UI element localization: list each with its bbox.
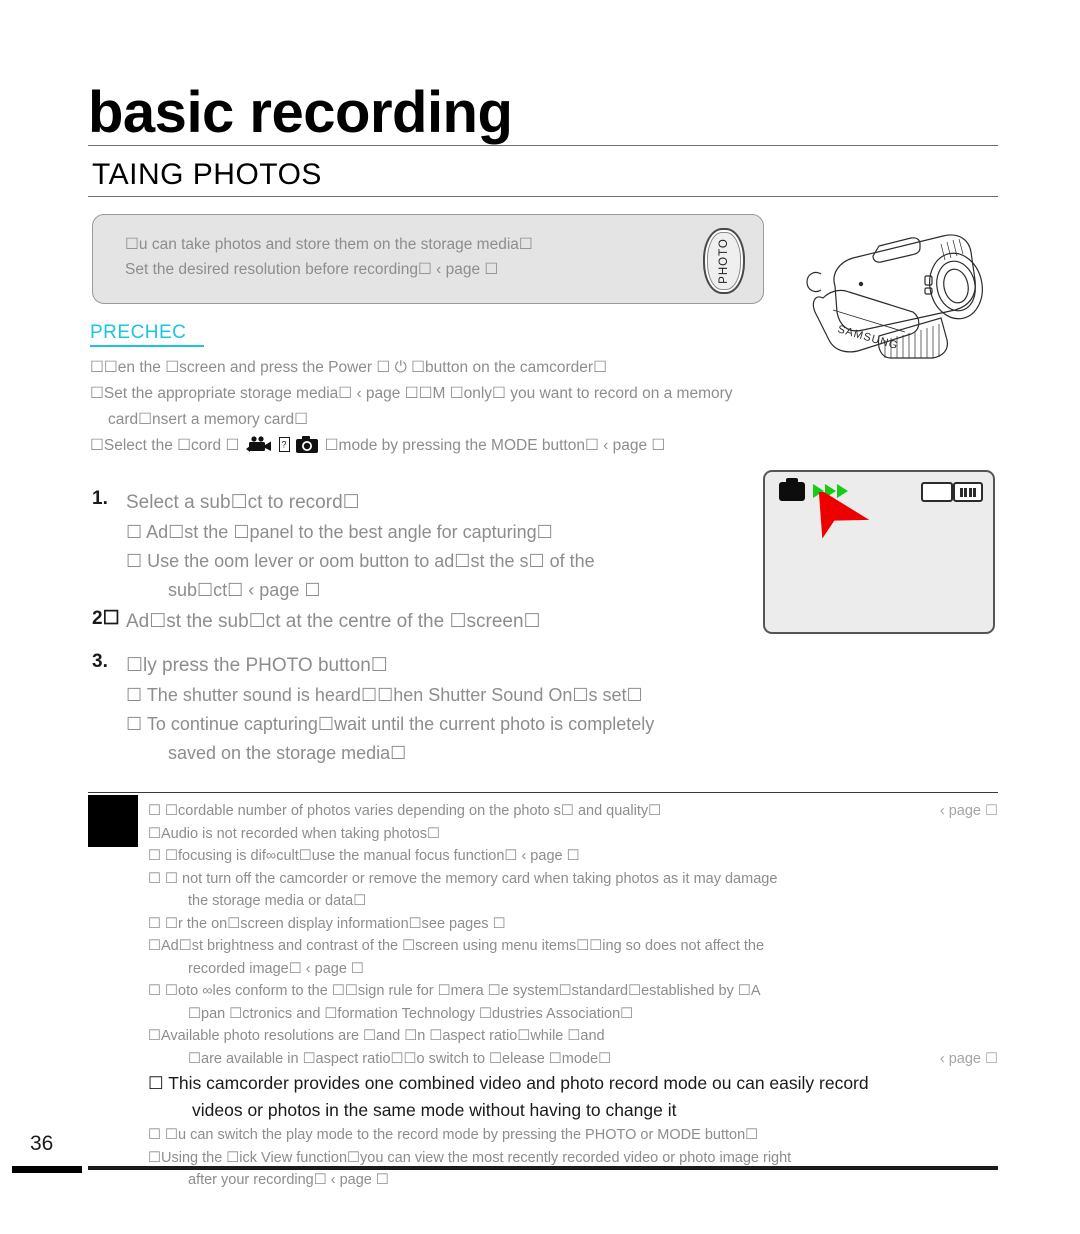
step-item: 2☐ Ad☐st the sub☐ct at the centre of the… [92, 607, 732, 637]
precheck-underline [90, 345, 204, 347]
step-sub-text: ☐ Use the oom lever or oom button to ad☐… [126, 551, 595, 571]
manual-page: basic recording TAING PHOTOS ☐u can take… [0, 0, 1080, 1234]
title-divider [88, 145, 998, 146]
note-item: ☐Ad☐st brightness and contrast of the ☐s… [148, 935, 998, 980]
note-text: ☐ This camcorder provides one combined v… [148, 1073, 869, 1093]
step-item: 3. ☐ly press the PHOTO button☐ ☐ The shu… [92, 651, 732, 768]
note-text: ☐ ☐r the on☐screen display information☐s… [148, 915, 506, 932]
note-text-cont: the storage media or data☐ [188, 893, 367, 909]
note-text: ☐Ad☐st brightness and contrast of the ☐s… [148, 938, 765, 954]
note-page-ref: ‹ page ☐ [939, 1050, 998, 1067]
step-text: Select a sub☐ct to record☐ [126, 492, 360, 513]
step-number: 1. [92, 488, 108, 509]
note-text-cont: videos or photos in the same mode withou… [192, 1100, 677, 1120]
notes-list: ‹ page ☐ ☐ ☐cordable number of photos va… [148, 800, 998, 1192]
note-item-highlighted: ☐ This camcorder provides one combined v… [148, 1070, 998, 1124]
note-text-cont: after your recording☐ ‹ page ☐ [188, 1172, 389, 1188]
note-item: ☐ ☐ not turn off the camcorder or remove… [148, 868, 998, 913]
page-number: 36 [30, 1132, 54, 1155]
intro-line-1: ☐u can take photos and store them on the… [125, 236, 533, 253]
note-text: ☐ ☐focusing is dif∞cult☐use the manual f… [148, 848, 580, 864]
section-divider [88, 196, 998, 197]
step-sub-text: ☐ Ad☐st the ☐panel to the best angle for… [126, 522, 553, 542]
page-number-bar [12, 1166, 82, 1173]
video-camera-icon [245, 436, 271, 452]
notes-top-divider [88, 792, 998, 793]
notes-marker [88, 795, 138, 847]
photo-button-label: PHOTO [718, 238, 730, 284]
precheck-line-3-pre: ☐Select the ☐cord ☐ [90, 437, 240, 454]
missing-glyph [278, 437, 290, 452]
note-text: ☐ ☐oto ∞les conform to the ☐☐sign rule f… [148, 983, 761, 999]
precheck-line-1: ☐☐en the ☐screen and press the Power ☐ ⏻… [90, 355, 910, 381]
step-text: ☐ly press the PHOTO button☐ [126, 655, 388, 676]
note-text: ☐ ☐cordable number of photos varies depe… [148, 803, 662, 819]
intro-line-2: Set the desired resolution before record… [125, 261, 499, 278]
note-text-cont: ‹ page ☐ ☐are available in ☐aspect ratio… [164, 1048, 998, 1071]
note-text: ☐ ☐ not turn off the camcorder or remove… [148, 870, 778, 887]
photo-button-illustration: PHOTO [703, 228, 745, 294]
page-title: basic recording [88, 80, 513, 145]
note-item: ‹ page ☐ ☐ ☐cordable number of photos va… [148, 800, 998, 823]
step-number: 3. [92, 651, 108, 672]
precheck-line-2: ☐Set the appropriate storage media☐ ‹ pa… [90, 385, 733, 402]
note-text: ☐Using the ☐ick View function☐you can vi… [148, 1149, 792, 1166]
camera-icon [296, 436, 319, 453]
step-item: 1. Select a sub☐ct to record☐ ☐ Ad☐st th… [92, 488, 732, 605]
pointer-arrow-icon [818, 492, 870, 539]
memory-card-icon [921, 482, 953, 502]
notes-bottom-divider [88, 1166, 998, 1170]
precheck-line-2b: card☐nsert a memory card☐ [108, 411, 309, 428]
precheck-heading: PRECHEC [90, 322, 187, 343]
note-text: ☐Available photo resolutions are ☐and ☐n… [148, 1028, 605, 1044]
note-item: ☐Audio is not recorded when taking photo… [148, 823, 998, 846]
camcorder-illustration: SAMSUNG [793, 214, 1008, 364]
step-sub-text: ☐ To continue capturing☐wait until the c… [126, 714, 655, 734]
note-text-cont-body: ☐are available in ☐aspect ratio☐☐o switc… [188, 1050, 612, 1067]
battery-icon [953, 482, 983, 502]
note-text: ☐Audio is not recorded when taking photo… [148, 825, 441, 842]
note-item: ☐ ☐r the on☐screen display information☐s… [148, 913, 998, 936]
precheck-body: ☐☐en the ☐screen and press the Power ☐ ⏻… [90, 355, 910, 459]
note-text: ☐ ☐u can switch the play mode to the rec… [148, 1127, 759, 1143]
intro-callout-text: ☐u can take photos and store them on the… [125, 232, 670, 282]
section-heading: TAING PHOTOS [92, 158, 322, 191]
step-number: 2☐ [92, 608, 120, 629]
steps-list: 1. Select a sub☐ct to record☐ ☐ Ad☐st th… [92, 488, 732, 770]
note-item: ☐ ☐u can switch the play mode to the rec… [148, 1124, 998, 1147]
note-text-cont: recorded image☐ ‹ page ☐ [188, 960, 364, 977]
note-item: ☐ ☐oto ∞les conform to the ☐☐sign rule f… [148, 980, 998, 1025]
note-item: ☐Available photo resolutions are ☐and ☐n… [148, 1025, 998, 1070]
precheck-line-1-text: ☐☐en the ☐screen and press the Power ☐ ⏻… [90, 359, 607, 376]
precheck-line-3-post: ☐mode by pressing the MODE button☐ ‹ pag… [324, 437, 666, 454]
precheck-line-3: ☐Select the ☐cord ☐ ☐mode by pressing th… [90, 433, 910, 459]
step-sub-text: saved on the storage media☐ [168, 743, 407, 763]
note-page-ref: ‹ page ☐ [939, 803, 998, 819]
camera-mode-icon [779, 478, 805, 501]
step-sub-text: sub☐ct☐ ‹ page ☐ [168, 580, 321, 600]
note-text-cont: ☐pan ☐ctronics and ☐formation Technology… [188, 1005, 634, 1022]
step-text: Ad☐st the sub☐ct at the centre of the ☐s… [126, 611, 541, 632]
note-item: ☐ ☐focusing is dif∞cult☐use the manual f… [148, 845, 998, 868]
step-sub-text: ☐ The shutter sound is heard☐☐hen Shutte… [126, 685, 643, 705]
lcd-screen-illustration [763, 470, 995, 634]
